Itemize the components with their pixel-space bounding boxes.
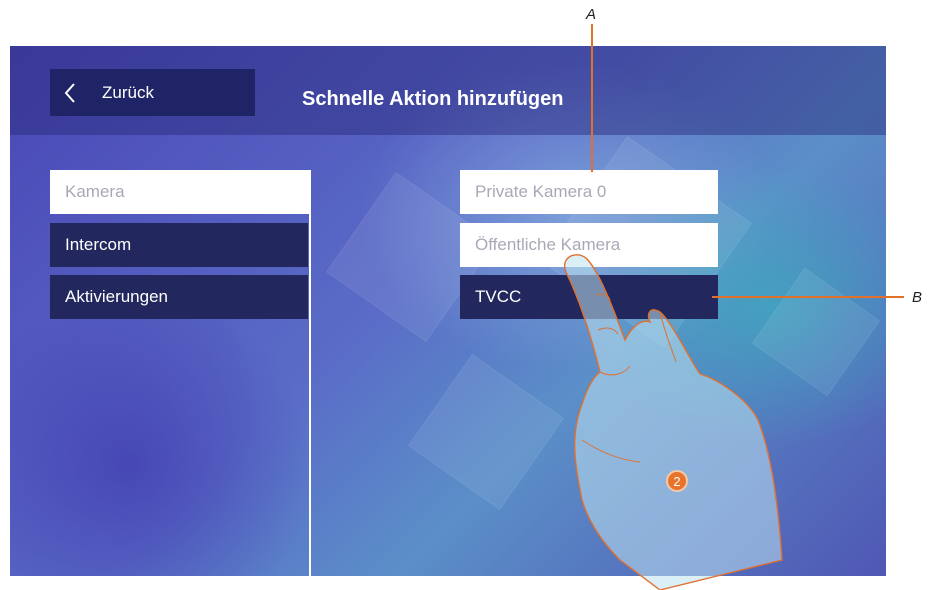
panel-divider: [309, 170, 311, 576]
category-item-kamera[interactable]: Kamera: [50, 170, 310, 214]
option-label: Private Kamera 0: [475, 182, 607, 201]
back-button-label: Zurück: [102, 82, 154, 102]
callout-a-label: A: [586, 6, 597, 23]
callout-a-line: [591, 24, 593, 172]
option-private-kamera[interactable]: Private Kamera 0: [460, 170, 718, 214]
option-oeffentliche-kamera[interactable]: Öffentliche Kamera: [460, 223, 718, 267]
option-tvcc[interactable]: TVCC: [460, 275, 718, 319]
page-title: Schnelle Aktion hinzufügen: [302, 88, 564, 110]
callout-b-label: B: [912, 289, 923, 306]
step-badge: 2: [666, 470, 688, 492]
category-item-intercom[interactable]: Intercom: [50, 223, 308, 267]
callout-b-line: [712, 296, 904, 298]
category-label: Aktivierungen: [65, 287, 169, 306]
back-button[interactable]: Zurück: [50, 69, 255, 116]
background-cube: [751, 267, 881, 397]
option-label: TVCC: [475, 287, 522, 306]
chevron-left-icon: [50, 69, 90, 116]
background-cube: [408, 354, 564, 510]
device-screen: Zurück Schnelle Aktion hinzufügen Kamera…: [10, 46, 886, 576]
category-item-aktivierungen[interactable]: Aktivierungen: [50, 275, 308, 319]
category-label: Intercom: [65, 235, 132, 254]
header-bar: Zurück Schnelle Aktion hinzufügen: [10, 46, 886, 135]
category-label: Kamera: [65, 182, 125, 201]
option-label: Öffentliche Kamera: [475, 235, 621, 254]
